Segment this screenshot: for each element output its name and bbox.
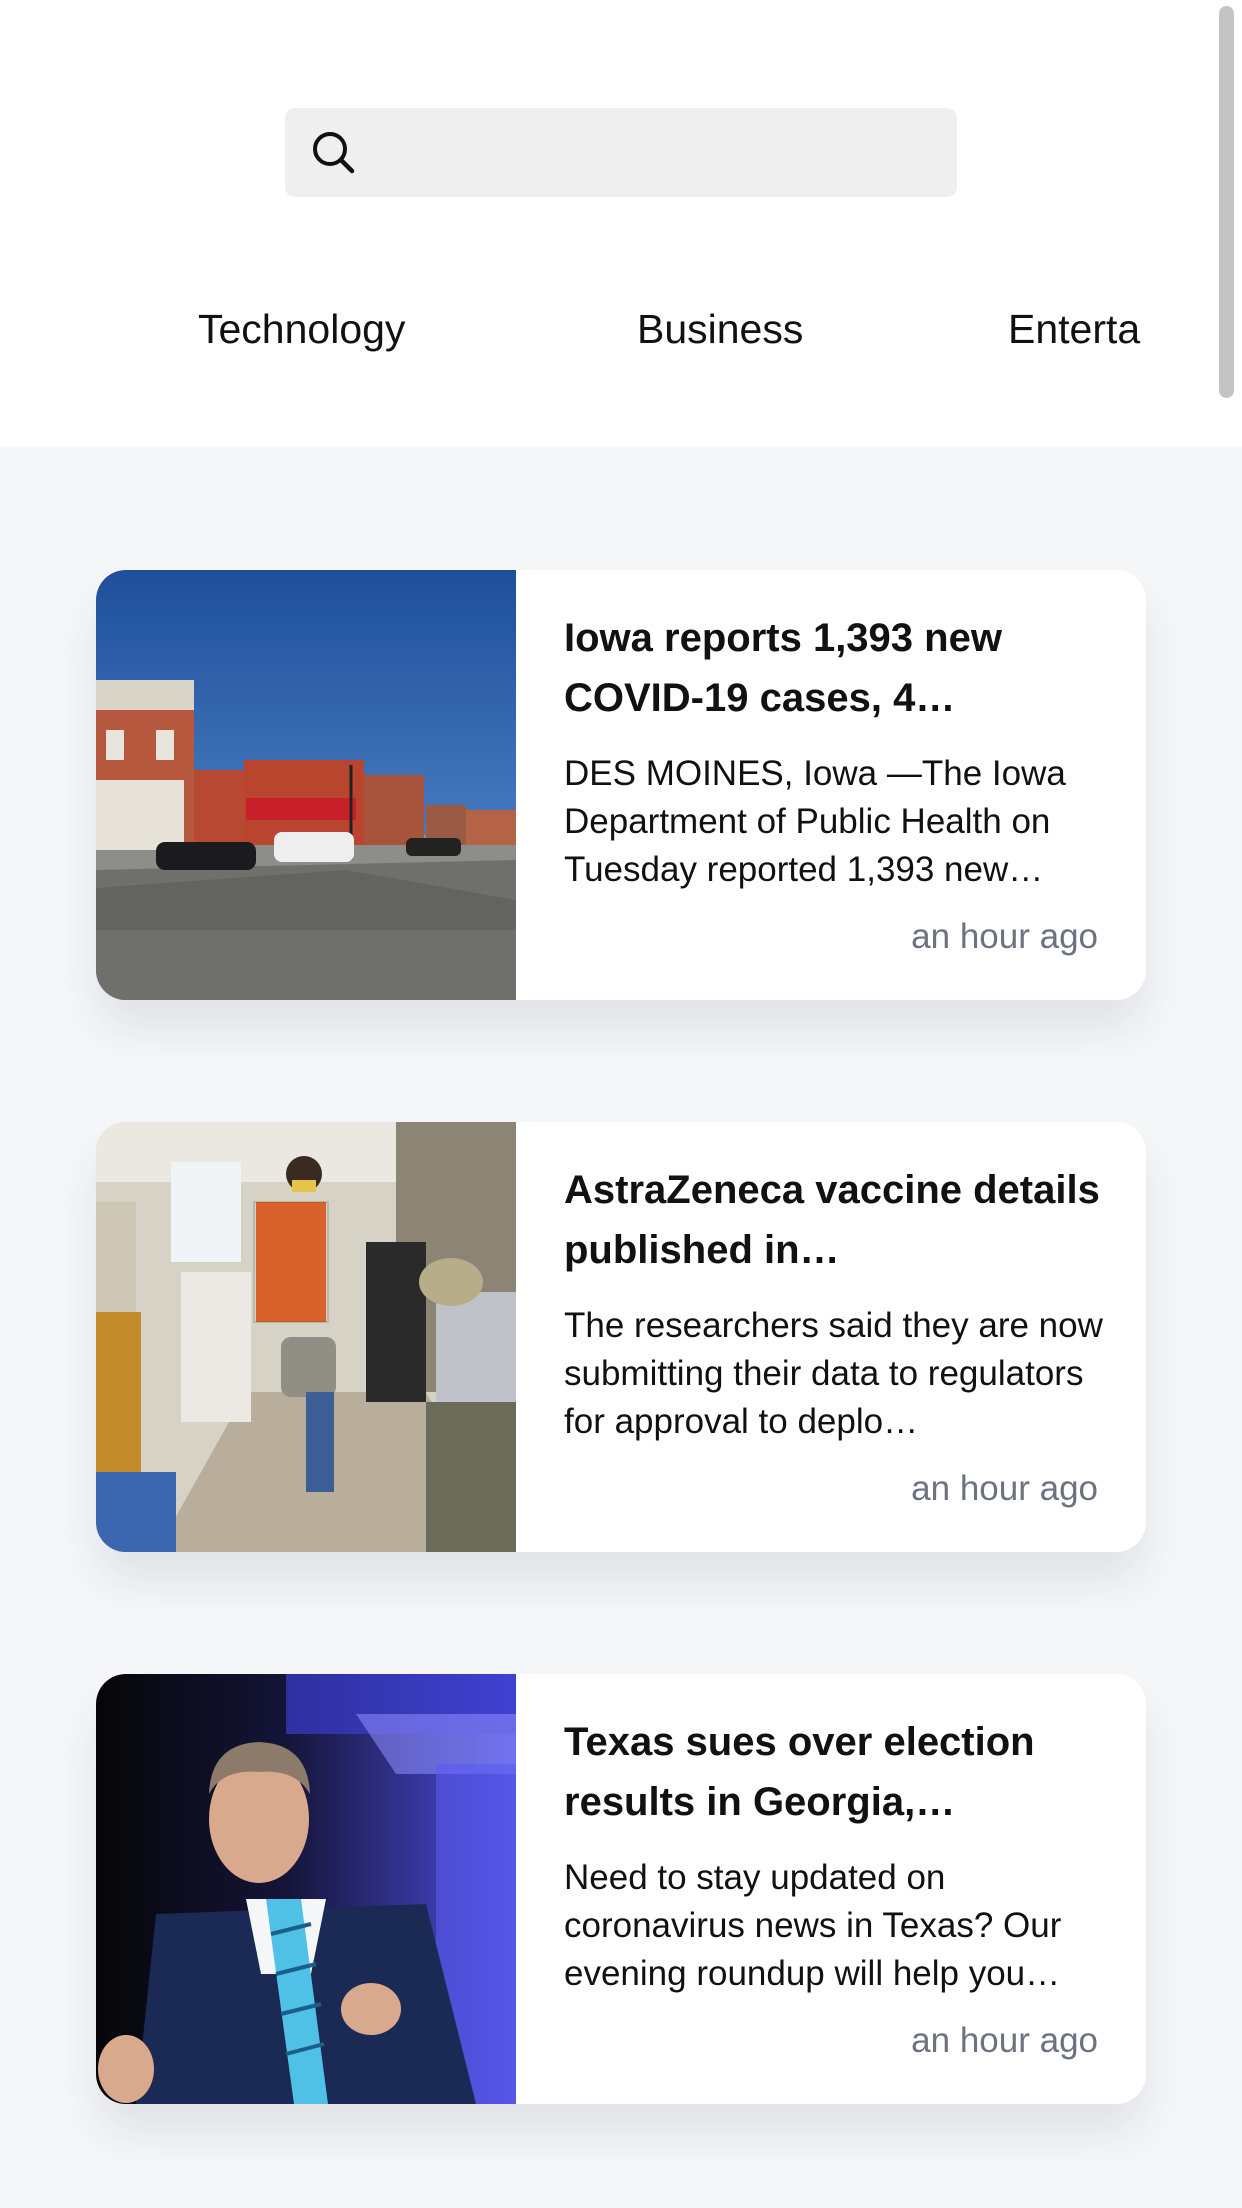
search-bar[interactable] (285, 108, 957, 197)
article-thumbnail (96, 1674, 516, 2104)
article-timestamp: an hour ago (911, 1469, 1098, 1508)
article-card[interactable]: Iowa reports 1,393 new COVID-19 cases, 4… (96, 570, 1146, 1000)
article-summary: The researchers said they are now submit… (564, 1306, 1103, 1441)
tab-business[interactable]: Business (637, 306, 803, 353)
article-timestamp: an hour ago (911, 917, 1098, 956)
article-card[interactable]: AstraZeneca vaccine details published in… (96, 1122, 1146, 1552)
article-thumbnail (96, 570, 516, 1000)
article-summary: DES MOINES, Iowa —The Iowa Department of… (564, 754, 1066, 889)
article-timestamp: an hour ago (911, 2021, 1098, 2060)
article-title[interactable]: AstraZeneca vaccine details published in… (564, 1160, 1104, 1280)
scrollbar-thumb[interactable] (1219, 6, 1234, 398)
article-thumbnail (96, 1122, 516, 1552)
tab-entertainment[interactable]: Enterta (1008, 306, 1140, 353)
category-tabs: Technology Business Enterta (0, 300, 1242, 370)
article-title[interactable]: Texas sues over election results in Geor… (564, 1712, 1104, 1832)
search-icon[interactable] (311, 130, 357, 176)
article-title[interactable]: Iowa reports 1,393 new COVID-19 cases, 4… (564, 608, 1104, 728)
search-input[interactable] (375, 108, 935, 197)
tab-technology[interactable]: Technology (198, 306, 405, 353)
article-card[interactable]: Texas sues over election results in Geor… (96, 1674, 1146, 2104)
app-header: Technology Business Enterta (0, 0, 1242, 447)
article-summary: Need to stay updated on coronavirus news… (564, 1858, 1062, 1993)
